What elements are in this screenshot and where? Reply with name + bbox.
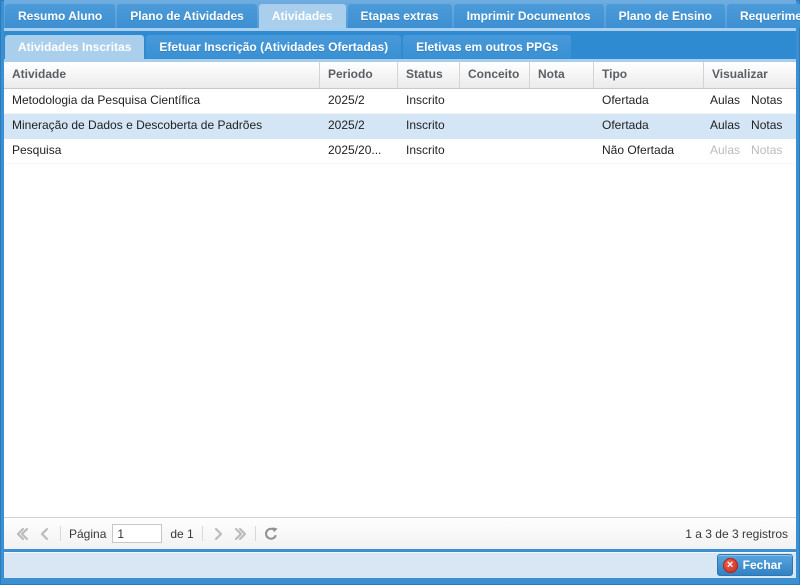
cell-visualizar: Aulas Notas [704, 89, 796, 113]
page-number-input[interactable] [112, 524, 162, 543]
cell-tipo: Ofertada [594, 114, 704, 138]
cell-conceito [460, 139, 530, 163]
column-header-conceito[interactable]: Conceito [460, 62, 530, 88]
cell-nota [530, 114, 594, 138]
grid-header: AtividadePeriodoStatusConceitoNotaTipoVi… [4, 62, 796, 89]
activities-window: Resumo AlunoPlano de AtividadesAtividade… [0, 0, 800, 585]
tab-atividades[interactable]: Atividades [259, 4, 346, 28]
cell-atividade: Mineração de Dados e Descoberta de Padrõ… [4, 114, 320, 138]
chevron-left-icon [38, 527, 52, 541]
cell-nota [530, 89, 594, 113]
aulas-link[interactable]: Aulas [710, 114, 740, 138]
grid-body: Metodologia da Pesquisa Científica2025/2… [4, 89, 796, 517]
close-icon: × [723, 558, 738, 573]
refresh-icon [263, 526, 279, 542]
tab-plano-de-atividades[interactable]: Plano de Atividades [117, 4, 257, 28]
tab-plano-de-ensino[interactable]: Plano de Ensino [606, 4, 725, 28]
tab-imprimir-documentos[interactable]: Imprimir Documentos [454, 4, 604, 28]
cell-status: Inscrito [398, 114, 460, 138]
column-header-status[interactable]: Status [398, 62, 460, 88]
cell-visualizar: Aulas Notas [704, 139, 796, 163]
tab-requerimento[interactable]: Requerimento [727, 4, 800, 28]
notas-link[interactable]: Notas [751, 89, 782, 113]
cell-conceito [460, 114, 530, 138]
tab-atividades-inscritas[interactable]: Atividades Inscritas [5, 35, 144, 59]
tab-eletivas-em-outros-ppgs[interactable]: Eletivas em outros PPGs [403, 35, 571, 59]
refresh-button[interactable] [260, 524, 282, 544]
table-row[interactable]: Mineração de Dados e Descoberta de Padrõ… [4, 114, 796, 139]
column-header-tipo[interactable]: Tipo [594, 62, 704, 88]
cell-periodo: 2025/20... [320, 139, 398, 163]
tab-etapas-extras[interactable]: Etapas extras [348, 4, 452, 28]
cell-periodo: 2025/2 [320, 114, 398, 138]
toolbar-separator [202, 526, 203, 541]
double-chevron-right-icon [233, 527, 247, 541]
cell-tipo: Ofertada [594, 89, 704, 113]
table-row[interactable]: Metodologia da Pesquisa Científica2025/2… [4, 89, 796, 114]
fechar-button[interactable]: × Fechar [717, 554, 793, 576]
column-header-periodo[interactable]: Periodo [320, 62, 398, 88]
page-label: Página [69, 527, 106, 541]
aulas-link: Aulas [710, 139, 740, 163]
records-summary: 1 a 3 de 3 registros [685, 527, 788, 541]
toolbar-separator [255, 526, 256, 541]
notas-link[interactable]: Notas [751, 114, 782, 138]
column-header-visualizar[interactable]: Visualizar [704, 62, 796, 88]
cell-atividade: Pesquisa [4, 139, 320, 163]
prev-page-button [34, 524, 56, 544]
table-row[interactable]: Pesquisa2025/20...Inscrito Não OfertadaAu… [4, 139, 796, 164]
column-header-nota[interactable]: Nota [530, 62, 594, 88]
notas-link: Notas [751, 139, 782, 163]
page-count-label: de 1 [170, 527, 193, 541]
cell-atividade: Metodologia da Pesquisa Científica [4, 89, 320, 113]
column-header-atividade[interactable]: Atividade [4, 62, 320, 88]
cell-status: Inscrito [398, 139, 460, 163]
tab-resumo-aluno[interactable]: Resumo Aluno [5, 4, 115, 28]
fechar-label: Fechar [743, 558, 782, 572]
chevron-right-icon [211, 527, 225, 541]
cell-visualizar: Aulas Notas [704, 114, 796, 138]
window-footer: × Fechar [4, 552, 796, 578]
secondary-tabbar: Atividades InscritasEfetuar Inscrição (A… [4, 31, 796, 62]
aulas-link[interactable]: Aulas [710, 89, 740, 113]
cell-conceito [460, 89, 530, 113]
first-page-button [12, 524, 34, 544]
toolbar-separator [60, 526, 61, 541]
next-page-button [207, 524, 229, 544]
cell-status: Inscrito [398, 89, 460, 113]
primary-tabbar: Resumo AlunoPlano de AtividadesAtividade… [4, 0, 796, 31]
cell-tipo: Não Ofertada [594, 139, 704, 163]
tab-efetuar-inscricao-atividades-ofertadas[interactable]: Efetuar Inscrição (Atividades Ofertadas) [146, 35, 401, 59]
double-chevron-left-icon [16, 527, 30, 541]
cell-nota [530, 139, 594, 163]
activities-grid: AtividadePeriodoStatusConceitoNotaTipoVi… [4, 62, 796, 549]
last-page-button [229, 524, 251, 544]
cell-periodo: 2025/2 [320, 89, 398, 113]
paging-toolbar: Página de 1 1 a 3 de 3 registros [4, 517, 796, 549]
